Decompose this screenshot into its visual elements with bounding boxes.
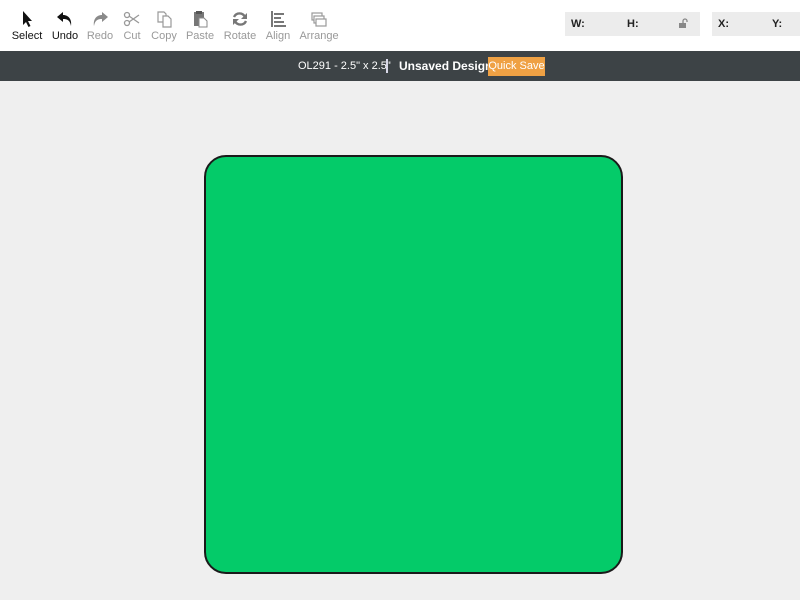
size-panel: W: H: bbox=[565, 12, 700, 36]
scissors-icon bbox=[123, 11, 140, 27]
paste-button[interactable]: Paste bbox=[186, 10, 214, 44]
paste-icon bbox=[194, 11, 208, 28]
y-label: Y: bbox=[772, 18, 783, 30]
arrange-button[interactable]: Arrange bbox=[299, 10, 339, 44]
undo-button[interactable]: Undo bbox=[51, 10, 79, 44]
redo-icon bbox=[93, 12, 108, 26]
position-panel: X: Y: bbox=[712, 12, 800, 36]
copy-button[interactable]: Copy bbox=[151, 10, 177, 44]
title-divider bbox=[386, 59, 388, 73]
redo-button[interactable]: Redo bbox=[87, 10, 113, 44]
select-label: Select bbox=[11, 30, 43, 42]
copy-icon bbox=[157, 11, 172, 28]
align-label: Align bbox=[265, 30, 291, 42]
pointer-icon bbox=[23, 11, 32, 27]
design-canvas[interactable] bbox=[0, 81, 800, 600]
undo-label: Undo bbox=[51, 30, 79, 42]
label-shape[interactable] bbox=[204, 155, 623, 574]
undo-icon bbox=[57, 12, 72, 26]
arrange-label: Arrange bbox=[299, 30, 339, 42]
x-label: X: bbox=[718, 18, 729, 30]
cut-button[interactable]: Cut bbox=[121, 10, 143, 44]
select-tool-button[interactable]: Select bbox=[12, 10, 42, 44]
title-bar: OL291 - 2.5" x 2.5" Unsaved Design Quick… bbox=[0, 51, 800, 81]
align-icon bbox=[271, 11, 286, 27]
redo-label: Redo bbox=[86, 30, 114, 42]
unlock-icon[interactable] bbox=[677, 18, 689, 30]
rotate-label: Rotate bbox=[223, 30, 257, 42]
width-label: W: bbox=[571, 18, 585, 30]
toolbar: Select Undo Redo Cut Copy Paste Rotate A… bbox=[0, 0, 800, 51]
align-button[interactable]: Align bbox=[265, 10, 291, 44]
product-info: OL291 - 2.5" x 2.5" bbox=[298, 60, 391, 72]
paste-label: Paste bbox=[185, 30, 215, 42]
arrange-icon bbox=[311, 12, 327, 27]
copy-label: Copy bbox=[151, 30, 177, 42]
height-label: H: bbox=[627, 18, 639, 30]
design-title[interactable]: Unsaved Design bbox=[399, 59, 492, 73]
quick-save-button[interactable]: Quick Save bbox=[488, 57, 545, 76]
rotate-button[interactable]: Rotate bbox=[224, 10, 256, 44]
rotate-icon bbox=[232, 12, 248, 26]
cut-label: Cut bbox=[123, 30, 141, 42]
